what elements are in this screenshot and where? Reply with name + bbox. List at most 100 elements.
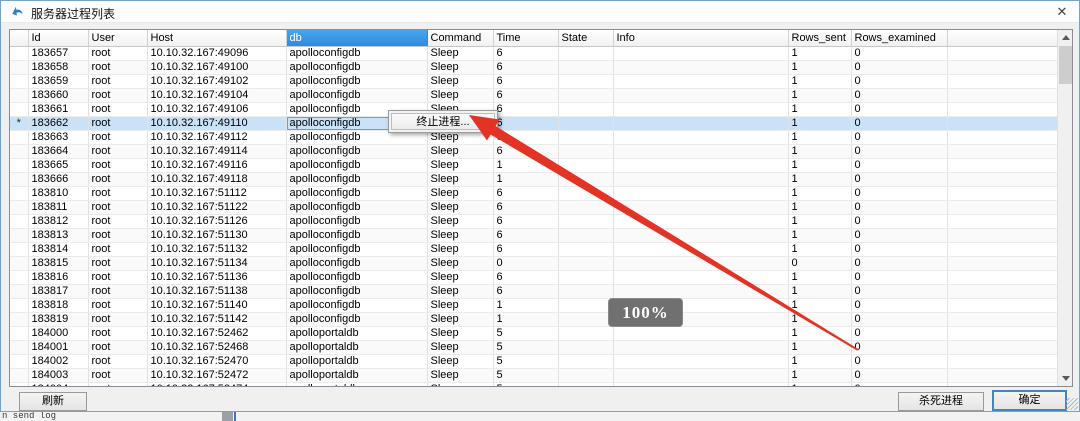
cell-id[interactable]: 183660	[28, 88, 89, 103]
cell-rows_sent[interactable]: 1	[788, 130, 852, 145]
cell-db[interactable]: apolloportaldb	[286, 368, 428, 383]
cell-info[interactable]	[613, 158, 789, 173]
process-row-183812[interactable]: 183812 root 10.10.32.167:51126 apolloconfig…	[10, 214, 1060, 229]
process-row-183663[interactable]: 183663 root 10.10.32.167:49112 apolloconfig…	[10, 130, 1060, 145]
cell-marker[interactable]	[10, 88, 29, 103]
cell-info[interactable]	[613, 270, 789, 285]
cell-info[interactable]	[613, 186, 789, 201]
process-row-183813[interactable]: 183813 root 10.10.32.167:51130 apolloconfig…	[10, 228, 1060, 243]
cell-rows_sent[interactable]: 1	[788, 284, 852, 299]
cell-command[interactable]: Sleep	[427, 214, 494, 229]
cell-rows_examined[interactable]: 0	[851, 382, 948, 386]
cell-info[interactable]	[613, 172, 789, 187]
cell-db[interactable]: apolloconfigdb	[286, 172, 428, 187]
cell-rows_sent[interactable]: 1	[788, 200, 852, 215]
column-header-rows_examined[interactable]: Rows_examined	[851, 30, 948, 47]
cell-state[interactable]	[558, 214, 614, 229]
process-row-183817[interactable]: 183817 root 10.10.32.167:51138 apolloconfig…	[10, 284, 1060, 299]
cell-rows_examined[interactable]: 0	[851, 116, 948, 131]
cell-rows_sent[interactable]: 1	[788, 228, 852, 243]
cell-id[interactable]: 184003	[28, 368, 89, 383]
process-row-183664[interactable]: 183664 root 10.10.32.167:49114 apolloconfig…	[10, 144, 1060, 159]
cell-host[interactable]: 10.10.32.167:51134	[147, 256, 287, 271]
cell-state[interactable]	[558, 130, 614, 145]
cell-id[interactable]: 183815	[28, 256, 89, 271]
cell-time[interactable]: 1	[493, 298, 559, 313]
cell-db[interactable]: apolloportaldb	[286, 326, 428, 341]
process-row-183660[interactable]: 183660 root 10.10.32.167:49104 apolloconfig…	[10, 88, 1060, 103]
cell-host[interactable]: 10.10.32.167:51126	[147, 214, 287, 229]
cell-host[interactable]: 10.10.32.167:49104	[147, 88, 287, 103]
cell-user[interactable]: root	[88, 186, 148, 201]
cell-marker[interactable]	[10, 242, 29, 257]
cell-host[interactable]: 10.10.32.167:51142	[147, 312, 287, 327]
cell-time[interactable]: 6	[493, 144, 559, 159]
cell-id[interactable]: 183813	[28, 228, 89, 243]
cell-host[interactable]: 10.10.32.167:49100	[147, 60, 287, 75]
cell-info[interactable]	[613, 284, 789, 299]
process-row-183818[interactable]: 183818 root 10.10.32.167:51140 apolloconfig…	[10, 298, 1060, 313]
cell-command[interactable]: Sleep	[427, 88, 494, 103]
cell-host[interactable]: 10.10.32.167:51138	[147, 284, 287, 299]
cell-info[interactable]	[613, 340, 789, 355]
cell-user[interactable]: root	[88, 74, 148, 89]
cell-marker[interactable]	[10, 270, 29, 285]
cell-user[interactable]: root	[88, 88, 148, 103]
cell-rows_sent[interactable]: 1	[788, 326, 852, 341]
process-row-183662[interactable]: * 183662 root 10.10.32.167:49110 apolloconfi…	[10, 116, 1060, 131]
cell-command[interactable]: Sleep	[427, 312, 494, 327]
cell-id[interactable]: 183664	[28, 144, 89, 159]
cell-command[interactable]: Sleep	[427, 354, 494, 369]
cell-command[interactable]: Sleep	[427, 368, 494, 383]
close-icon[interactable]: ✕	[1051, 3, 1073, 21]
cell-state[interactable]	[558, 228, 614, 243]
kill-process-button[interactable]: 杀死进程	[898, 392, 984, 411]
cell-rows_sent[interactable]: 1	[788, 172, 852, 187]
process-row-183810[interactable]: 183810 root 10.10.32.167:51112 apolloconfig…	[10, 186, 1060, 201]
cell-rows_sent[interactable]: 1	[788, 116, 852, 131]
cell-command[interactable]: Sleep	[427, 186, 494, 201]
cell-state[interactable]	[558, 116, 614, 131]
cell-host[interactable]: 10.10.32.167:52474	[147, 382, 287, 386]
cell-state[interactable]	[558, 172, 614, 187]
cell-rows_sent[interactable]: 1	[788, 242, 852, 257]
cell-info[interactable]	[613, 88, 789, 103]
cell-state[interactable]	[558, 256, 614, 271]
cell-rows_sent[interactable]: 1	[788, 186, 852, 201]
cell-marker[interactable]	[10, 200, 29, 215]
cell-rows_examined[interactable]: 0	[851, 130, 948, 145]
cell-host[interactable]: 10.10.32.167:52468	[147, 340, 287, 355]
cell-host[interactable]: 10.10.32.167:49114	[147, 144, 287, 159]
cell-time[interactable]: 5	[493, 382, 559, 386]
cell-marker[interactable]	[10, 368, 29, 383]
cell-marker[interactable]	[10, 228, 29, 243]
cell-rows_examined[interactable]: 0	[851, 270, 948, 285]
process-row-183819[interactable]: 183819 root 10.10.32.167:51142 apolloconfig…	[10, 312, 1060, 327]
cell-rows_examined[interactable]: 0	[851, 60, 948, 75]
cell-user[interactable]: root	[88, 144, 148, 159]
cell-user[interactable]: root	[88, 326, 148, 341]
cell-db[interactable]: apolloconfigdb	[286, 60, 428, 75]
cell-id[interactable]: 183666	[28, 172, 89, 187]
cell-rows_examined[interactable]: 0	[851, 102, 948, 117]
cell-user[interactable]: root	[88, 256, 148, 271]
cell-id[interactable]: 184004	[28, 382, 89, 386]
cell-db[interactable]: apolloconfigdb	[286, 228, 428, 243]
cell-host[interactable]: 10.10.32.167:49116	[147, 158, 287, 173]
process-row-184000[interactable]: 184000 root 10.10.32.167:52462 apolloportal…	[10, 326, 1060, 341]
cell-rows_sent[interactable]: 1	[788, 382, 852, 386]
column-header-state[interactable]: State	[558, 30, 614, 47]
cell-marker[interactable]	[10, 354, 29, 369]
cell-marker[interactable]	[10, 46, 29, 61]
cell-db[interactable]: apolloconfigdb	[286, 88, 428, 103]
cell-info[interactable]	[613, 368, 789, 383]
cell-user[interactable]: root	[88, 228, 148, 243]
cell-rows_examined[interactable]: 0	[851, 172, 948, 187]
resize-grip[interactable]	[1066, 398, 1078, 410]
cell-command[interactable]: Sleep	[427, 172, 494, 187]
cell-host[interactable]: 10.10.32.167:51112	[147, 186, 287, 201]
cell-info[interactable]	[613, 74, 789, 89]
cell-info[interactable]	[613, 130, 789, 145]
process-row-183816[interactable]: 183816 root 10.10.32.167:51136 apolloconfig…	[10, 270, 1060, 285]
cell-rows_examined[interactable]: 0	[851, 214, 948, 229]
